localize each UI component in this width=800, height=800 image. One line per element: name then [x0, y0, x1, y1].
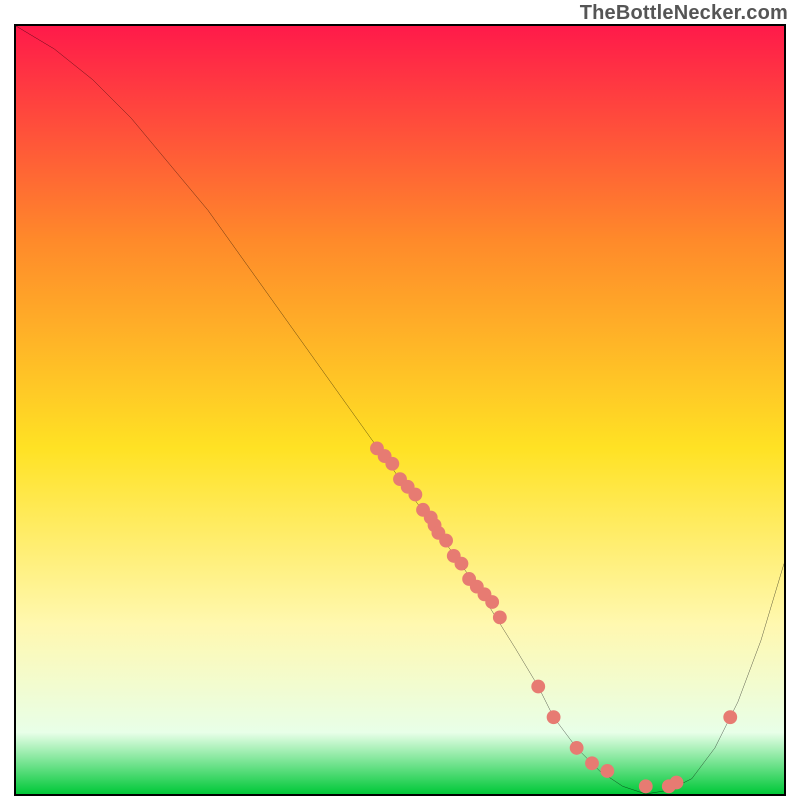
marker-point [670, 776, 684, 790]
marker-point [547, 710, 561, 724]
marker-point [585, 756, 599, 770]
chart-container: TheBottleNecker.com [0, 0, 800, 800]
marker-point [723, 710, 737, 724]
marker-point [600, 764, 614, 778]
marker-point [485, 595, 499, 609]
marker-point [493, 610, 507, 624]
watermark-text: TheBottleNecker.com [580, 2, 788, 25]
marker-point [639, 779, 653, 793]
marker-point [385, 457, 399, 471]
marker-point [570, 741, 584, 755]
marker-point [531, 680, 545, 694]
marker-point [455, 557, 469, 571]
plot-frame [14, 24, 786, 796]
plot-svg [16, 26, 784, 794]
gradient-background [16, 26, 784, 794]
marker-point [439, 534, 453, 548]
marker-point [408, 488, 422, 502]
